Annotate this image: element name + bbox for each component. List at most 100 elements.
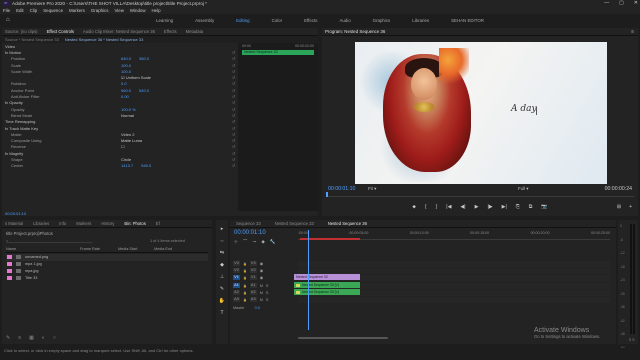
effect-row-value[interactable]: 540.0 xyxy=(139,88,149,93)
source-patch-toggle[interactable]: A3 xyxy=(233,297,240,302)
effect-row[interactable]: Center 1413.7 540.0 ↺ xyxy=(2,163,235,169)
sequence-label[interactable]: Nested Sequence 36 * Nested Sequence 33 xyxy=(65,37,144,42)
source-label[interactable]: Source * Nested Sequence 33 xyxy=(5,37,59,42)
program-frame[interactable]: A day xyxy=(355,42,607,184)
label-color-chip[interactable] xyxy=(7,276,12,281)
effect-row-value[interactable]: Normal xyxy=(121,113,134,118)
track-label[interactable]: V2 xyxy=(249,268,257,273)
clip-v3[interactable]: Nested Sequence 33 xyxy=(294,274,360,280)
program-title[interactable]: Program: Nested Sequence 36 xyxy=(322,28,638,36)
effect-row-value[interactable]: Circle xyxy=(121,157,131,162)
tab-nested-sequence-36[interactable]: Nested Sequence 36 xyxy=(328,221,367,226)
workspace-graphics[interactable]: Graphics xyxy=(373,18,391,23)
reset-parameter-icon[interactable]: ↺ xyxy=(232,100,235,105)
track-lane[interactable] xyxy=(298,260,610,267)
solo-buttons[interactable]: S S xyxy=(629,338,634,342)
workspace-sehan-editor[interactable]: SEHAN EDITOR xyxy=(451,18,484,23)
reset-parameter-icon[interactable]: ↺ xyxy=(232,63,235,68)
home-icon[interactable]: ⌂ xyxy=(6,17,10,23)
master-value[interactable]: 0.0 xyxy=(255,306,260,310)
source-patch-toggle[interactable]: A1 xyxy=(233,283,240,288)
col-media-end[interactable]: Media End xyxy=(154,247,190,251)
tab-history[interactable]: History xyxy=(101,221,114,226)
label-color-chip[interactable] xyxy=(7,255,12,260)
reset-parameter-icon[interactable]: ↺ xyxy=(232,157,235,162)
program-scrubber[interactable] xyxy=(326,192,634,197)
col-frame-rate[interactable]: Frame Rate xyxy=(80,247,118,251)
project-item[interactable]: mpa.jpg xyxy=(6,268,208,275)
workspace-effects[interactable]: Effects xyxy=(304,18,317,23)
workspace-editing[interactable]: Editing xyxy=(236,18,249,23)
reset-parameter-icon[interactable]: ↺ xyxy=(232,151,235,156)
effect-row-value[interactable]: 360.0 xyxy=(139,56,149,61)
tab-audio-clip-mixer[interactable]: Audio Clip Mixer: Nested Sequence 36 xyxy=(83,29,155,34)
project-item[interactable]: mpa 1.jpg xyxy=(6,261,208,268)
track-lane[interactable] xyxy=(298,296,610,303)
step-back-icon[interactable]: ◀| xyxy=(460,204,465,210)
reset-parameter-icon[interactable]: ↺ xyxy=(232,50,235,55)
reset-parameter-icon[interactable]: ↺ xyxy=(232,81,235,86)
effect-row-value[interactable]: Matte Luma xyxy=(121,138,142,143)
workspace-learning[interactable]: Learning xyxy=(156,18,173,23)
program-timecode[interactable]: 00:00:01:10 xyxy=(328,186,355,192)
track-select-tool-icon[interactable]: ⇔ xyxy=(220,238,225,244)
effect-row-value[interactable]: ☐ xyxy=(121,144,125,149)
zoom-select[interactable]: Fit ▾ xyxy=(368,186,376,192)
track-label[interactable]: V1 xyxy=(249,275,257,280)
solo-icon[interactable]: S xyxy=(266,284,269,288)
tab-metadata[interactable]: Metadata xyxy=(186,29,203,34)
search-input[interactable]: ⌕ xyxy=(6,238,92,243)
menu-help[interactable]: Help xyxy=(152,8,161,13)
menu-sequence[interactable]: Sequence xyxy=(43,8,63,13)
reset-parameter-icon[interactable]: ↺ xyxy=(232,119,235,124)
col-name[interactable]: Name xyxy=(6,247,80,251)
go-to-out-icon[interactable]: ▶| xyxy=(502,204,507,210)
workspace-assembly[interactable]: Assembly xyxy=(195,18,214,23)
effect-row-value[interactable]: 960.0 xyxy=(121,88,131,93)
project-item[interactable]: unnamed.png xyxy=(6,254,208,261)
menu-clip[interactable]: Clip xyxy=(30,8,38,13)
type-tool-icon[interactable]: T xyxy=(220,310,223,316)
reset-parameter-icon[interactable]: ↺ xyxy=(232,107,235,112)
timeline-ruler[interactable]: :00:00 00:00:05:00 00:00:10:00 00:00:15:… xyxy=(298,231,610,235)
clip-v2[interactable]: Nested Sequence 33 [V] xyxy=(294,282,360,288)
label-color-chip[interactable] xyxy=(7,262,12,267)
resolution-select[interactable]: Full ▾ xyxy=(518,186,529,192)
track-lock-icon[interactable]: 🔒 xyxy=(243,298,247,302)
effect-row-value[interactable]: Video 2 xyxy=(121,132,135,137)
track-label[interactable]: A2 xyxy=(249,290,257,295)
add-marker-icon[interactable]: ◆ xyxy=(261,239,265,245)
add-marker-icon[interactable]: ⬥ xyxy=(412,204,416,210)
ec-clip-bar[interactable]: Nested Sequence 33 xyxy=(242,50,314,55)
track-lock-icon[interactable]: 🔒 xyxy=(243,262,247,266)
settings-icon[interactable]: 🔧 xyxy=(270,239,276,245)
effect-row-value[interactable]: ☑ Uniform Scale xyxy=(121,75,151,80)
razor-tool-icon[interactable]: ◆ xyxy=(220,262,224,268)
scrollbar-thumb[interactable] xyxy=(298,337,388,339)
timeline-playhead[interactable] xyxy=(308,230,309,330)
pen-tool-icon[interactable]: ✎ xyxy=(220,286,224,292)
slip-tool-icon[interactable]: ⊥ xyxy=(220,274,224,280)
timeline-timecode[interactable]: 00:00:01:10 xyxy=(234,230,266,236)
source-patch-toggle[interactable]: V1 xyxy=(233,275,240,280)
reset-parameter-icon[interactable]: ↺ xyxy=(232,126,235,131)
workspace-color[interactable]: Color xyxy=(272,18,283,23)
track-lane[interactable] xyxy=(298,267,610,274)
reset-parameter-icon[interactable]: ↺ xyxy=(232,163,235,168)
menu-file[interactable]: File xyxy=(3,8,10,13)
reset-parameter-icon[interactable]: ↺ xyxy=(232,75,235,80)
effect-row-value[interactable]: 100.0 xyxy=(121,63,131,68)
source-patch-toggle[interactable]: V2 xyxy=(233,268,240,273)
write-lock-icon[interactable]: ✎ xyxy=(6,335,10,341)
tab-nested-sequence-33[interactable]: Nested Sequence 33 xyxy=(275,221,314,226)
track-lock-icon[interactable]: 🔒 xyxy=(243,291,247,295)
step-forward-icon[interactable]: |▶ xyxy=(487,204,492,210)
col-media-start[interactable]: Media Start xyxy=(118,247,154,251)
reset-parameter-icon[interactable]: ↺ xyxy=(232,132,235,137)
tab-effect-controls[interactable]: Effect Controls xyxy=(47,29,74,34)
effect-row-value[interactable]: 0.0 xyxy=(121,81,127,86)
reset-parameter-icon[interactable]: ↺ xyxy=(232,88,235,93)
panel-menu-icon[interactable]: ≡ xyxy=(631,29,634,35)
eye-icon[interactable]: ◉ xyxy=(260,268,263,273)
reset-parameter-icon[interactable]: ↺ xyxy=(232,138,235,143)
